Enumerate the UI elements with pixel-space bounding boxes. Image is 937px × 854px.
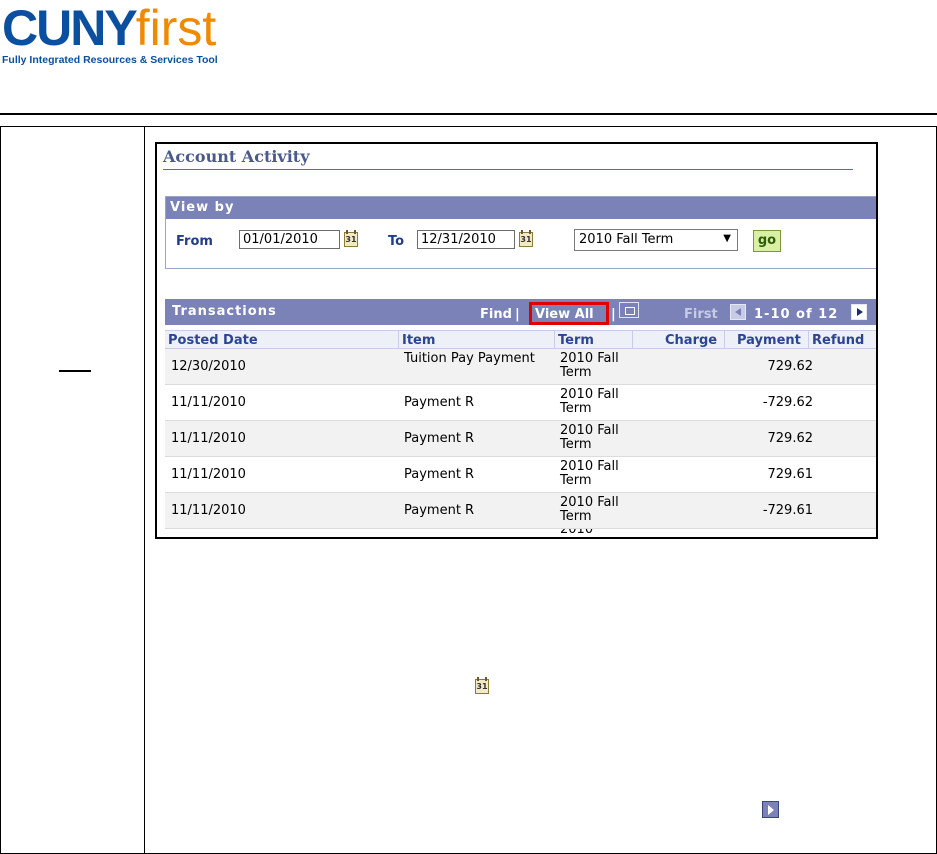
item: Payment R <box>404 467 475 482</box>
col-refund[interactable]: Refund <box>812 333 864 348</box>
payment: -729.61 <box>762 503 813 518</box>
header-divider <box>0 113 937 115</box>
view-by-header: View by <box>166 197 876 219</box>
payment: 729.62 <box>767 359 814 374</box>
term: 2010 Fall Term <box>560 351 619 380</box>
go-button[interactable]: go <box>753 230 781 252</box>
column-divider <box>554 331 555 348</box>
item: Payment R <box>404 503 475 518</box>
posted-date: 11/11/2010 <box>171 395 246 410</box>
term: 2010 <box>560 529 594 537</box>
col-item[interactable]: Item <box>402 333 435 348</box>
table-row: 2010 <box>165 529 876 537</box>
cunyfirst-logo: CUNYfirst Fully Integrated Resources & S… <box>2 0 218 66</box>
col-payment[interactable]: Payment <box>737 333 801 348</box>
transactions-title: Transactions <box>172 304 277 319</box>
view-all-link[interactable]: View All <box>529 302 609 325</box>
from-label: From <box>176 234 213 249</box>
title-rule <box>163 169 853 170</box>
page-title: Account Activity <box>163 147 310 166</box>
payment: 729.62 <box>767 431 814 446</box>
column-divider <box>398 331 399 348</box>
first-link[interactable]: First <box>684 307 718 322</box>
next-arrow-icon[interactable] <box>851 304 867 320</box>
chevron-down-icon: ▼ <box>723 233 731 244</box>
item: Payment R <box>404 395 475 410</box>
table-row: 12/30/2010 Tuition Pay Payment 2010 Fall… <box>165 349 876 385</box>
column-divider <box>808 331 809 348</box>
term-select[interactable]: 2010 Fall Term ▼ <box>574 229 738 251</box>
view-by-panel: View by From 01/01/2010 31 To 12/31/2010… <box>165 196 876 269</box>
logo-cuny-text: CUNY <box>2 0 138 56</box>
account-activity-screenshot: Account Activity View by From 01/01/2010… <box>155 142 878 539</box>
posted-date: 11/11/2010 <box>171 467 246 482</box>
find-link[interactable]: Find <box>480 307 512 322</box>
term: 2010 Fall Term <box>560 495 619 524</box>
posted-date: 11/11/2010 <box>171 431 246 446</box>
calendar-icon: 31 <box>475 677 489 694</box>
posted-date: 11/11/2010 <box>171 503 246 518</box>
term: 2010 Fall Term <box>560 423 619 452</box>
transactions-column-headers: Posted Date Item Term Charge Payment Ref… <box>165 330 876 349</box>
step-marker <box>59 370 91 372</box>
separator: | <box>515 307 520 322</box>
term-select-value: 2010 Fall Term <box>579 232 674 247</box>
from-date-input[interactable]: 01/01/2010 <box>239 230 340 249</box>
logo-tagline: Fully Integrated Resources & Services To… <box>2 54 218 66</box>
transactions-header: Transactions Find | View All | First 1-1… <box>165 299 876 325</box>
row-range: 1-10 of 12 <box>754 307 839 322</box>
col-term[interactable]: Term <box>558 333 594 348</box>
posted-date: 12/30/2010 <box>171 359 246 374</box>
term: 2010 Fall Term <box>560 387 619 416</box>
column-divider <box>632 331 633 348</box>
payment: 729.61 <box>767 467 814 482</box>
separator: | <box>611 307 616 322</box>
col-posted-date[interactable]: Posted Date <box>168 333 258 348</box>
table-row: 11/11/2010 Payment R 2010 Fall Term -729… <box>165 493 876 529</box>
item: Payment R <box>404 431 475 446</box>
term: 2010 Fall Term <box>560 459 619 488</box>
prev-arrow-icon[interactable] <box>730 304 746 320</box>
col-charge[interactable]: Charge <box>665 333 717 348</box>
to-date-input[interactable]: 12/31/2010 <box>417 230 515 249</box>
popout-icon[interactable] <box>619 302 639 318</box>
table-row: 11/11/2010 Payment R 2010 Fall Term -729… <box>165 385 876 421</box>
payment: -729.62 <box>762 395 813 410</box>
calendar-icon[interactable]: 31 <box>344 230 358 247</box>
logo-first-text: first <box>135 0 217 56</box>
column-divider <box>724 331 725 348</box>
item: Tuition Pay Payment <box>404 351 535 366</box>
to-label: To <box>388 234 405 249</box>
next-arrow-icon <box>762 801 779 818</box>
table-row: 11/11/2010 Payment R 2010 Fall Term 729.… <box>165 457 876 493</box>
table-row: 11/11/2010 Payment R 2010 Fall Term 729.… <box>165 421 876 457</box>
step-column <box>1 127 145 853</box>
calendar-icon[interactable]: 31 <box>519 230 533 247</box>
